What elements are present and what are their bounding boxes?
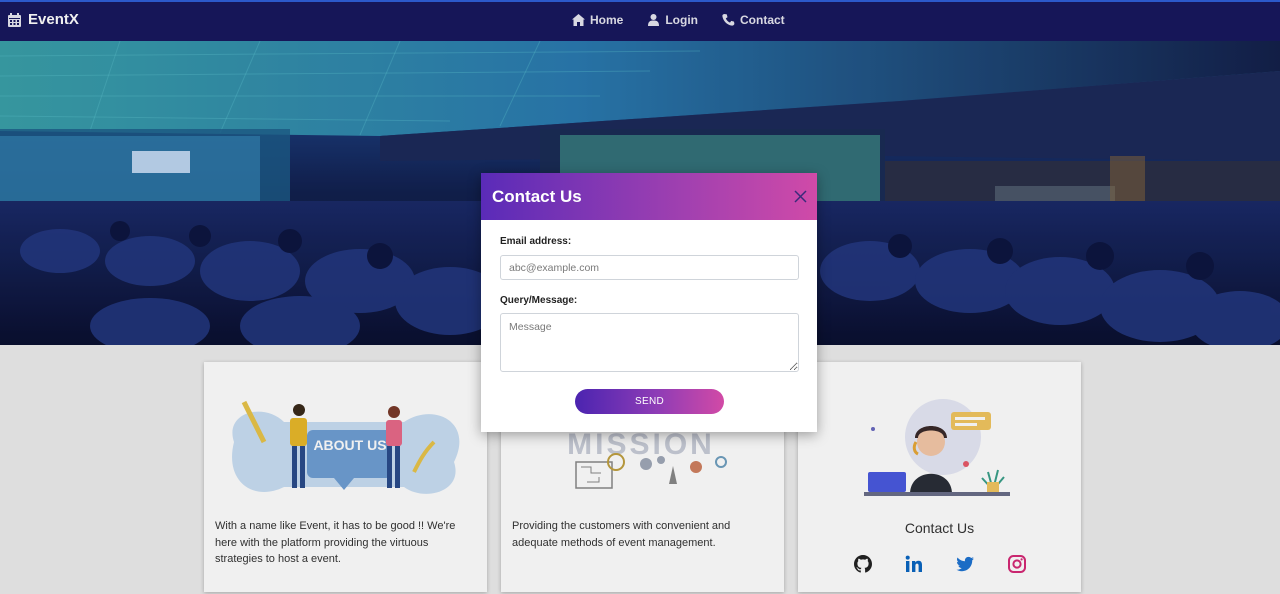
send-button[interactable]: SEND: [575, 389, 724, 414]
email-field[interactable]: [500, 255, 799, 280]
message-field[interactable]: [500, 313, 799, 372]
message-label: Query/Message:: [500, 295, 578, 306]
modal-header: Contact Us: [481, 173, 817, 220]
contact-modal: Contact Us Email address: Query/Message:…: [481, 173, 817, 432]
email-label: Email address:: [500, 236, 572, 247]
modal-title: Contact Us: [492, 186, 582, 206]
close-icon[interactable]: [794, 190, 807, 203]
